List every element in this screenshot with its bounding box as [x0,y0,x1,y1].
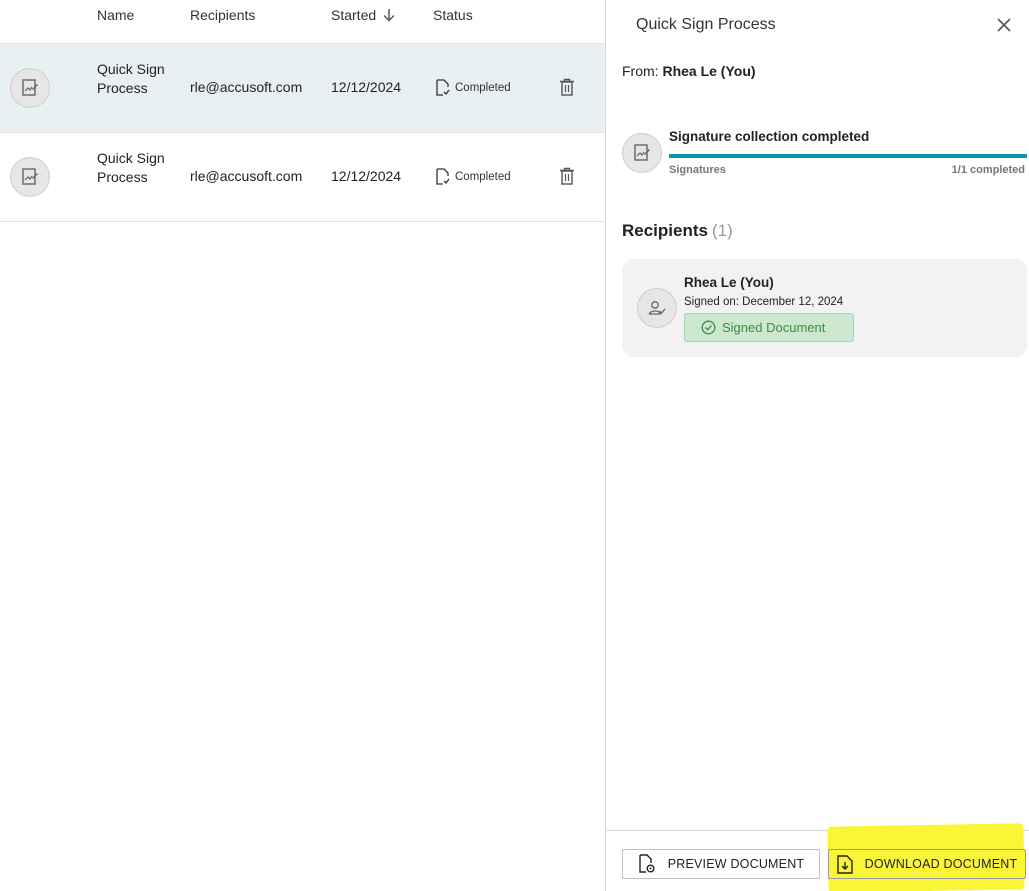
document-download-icon [836,854,853,874]
table-row[interactable]: Quick Sign Process rle@accusoft.com 12/1… [0,133,605,222]
signed-document-badge: Signed Document [684,313,854,342]
from-name: Rhea Le (You) [662,63,756,79]
signature-status-title: Signature collection completed [669,129,870,144]
column-header-started[interactable]: Started [331,7,396,23]
recipient-name: Rhea Le (You) [684,275,774,290]
row-started-date: 12/12/2024 [331,168,402,184]
row-status: Completed [435,79,511,96]
row-status-label: Completed [455,170,511,183]
documents-table: Name Recipients Started Status Quick Sig… [0,0,605,891]
user-check-icon [637,288,677,328]
row-status: Completed [435,168,511,185]
close-icon[interactable] [996,17,1012,33]
table-header: Name Recipients Started Status [0,0,605,44]
details-panel: Quick Sign Process From: Rhea Le (You) S… [605,0,1029,891]
arrow-down-icon[interactable] [382,7,396,23]
trash-icon[interactable] [559,78,575,96]
column-header-started-label: Started [331,7,377,23]
recipient-signed-date: Signed on: December 12, 2024 [684,296,844,308]
check-circle-icon [701,320,716,335]
row-status-label: Completed [455,81,511,94]
row-recipient: rle@accusoft.com [190,168,303,184]
recipient-card: Rhea Le (You) Signed on: December 12, 20… [622,259,1027,357]
panel-title: Quick Sign Process [636,16,776,33]
signature-progress-label: Signatures [669,164,726,176]
download-document-button[interactable]: DOWNLOAD DOCUMENT [828,849,1026,879]
row-started-date: 12/12/2024 [331,79,402,95]
recipients-heading: Recipients (1) [622,221,733,241]
document-check-icon [436,79,450,96]
preview-document-label: PREVIEW DOCUMENT [667,857,805,871]
signature-progress-bar [669,154,1027,158]
download-document-label: DOWNLOAD DOCUMENT [864,857,1018,871]
row-recipient: rle@accusoft.com [190,79,303,95]
column-header-status[interactable]: Status [433,7,473,23]
document-signature-icon [622,133,662,173]
document-signature-icon [10,157,50,197]
recipients-heading-label: Recipients [622,221,708,240]
signature-progress-fill [669,154,1027,158]
row-name: Quick Sign Process [97,150,165,185]
document-check-icon [436,168,450,185]
column-header-recipients[interactable]: Recipients [190,7,255,23]
row-name: Quick Sign Process [97,61,165,96]
signature-progress-count: 1/1 completed [951,164,1025,176]
document-preview-icon [639,854,655,873]
table-row[interactable]: Quick Sign Process rle@accusoft.com 12/1… [0,44,605,133]
from-line: From: Rhea Le (You) [622,63,756,79]
trash-icon[interactable] [559,167,575,185]
from-label: From: [622,63,659,79]
column-header-name[interactable]: Name [97,7,134,23]
preview-document-button[interactable]: PREVIEW DOCUMENT [622,849,820,879]
recipients-count: (1) [711,221,733,240]
signed-document-badge-label: Signed Document [722,320,826,335]
document-signature-icon [10,68,50,108]
panel-footer: PREVIEW DOCUMENT DOWNLOAD DOCUMENT [606,823,1029,891]
